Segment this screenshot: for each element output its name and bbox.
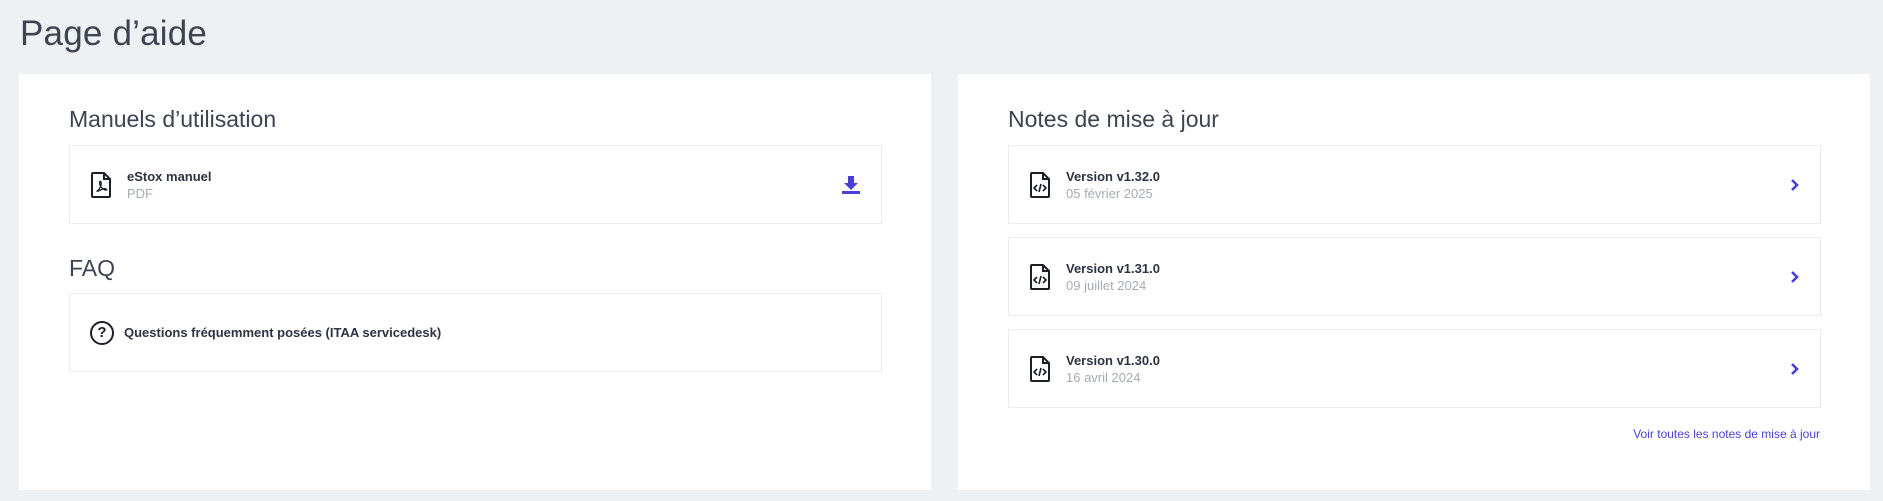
manuals-faq-card: Manuels d’utilisation eStox manuel PDF F… (19, 74, 931, 490)
see-all-release-notes-link[interactable]: Voir toutes les notes de mise à jour (1633, 427, 1820, 441)
faq-label: Questions fréquemment posées (ITAA servi… (124, 325, 442, 340)
release-version: Version v1.30.0 (1066, 352, 1160, 368)
question-circle-icon: ? (90, 320, 114, 345)
code-file-icon (1029, 263, 1051, 290)
chevron-right-icon[interactable] (1790, 178, 1800, 192)
release-note-item[interactable]: Version v1.31.0 09 juillet 2024 (1008, 237, 1821, 316)
release-notes-card: Notes de mise à jour Version v1.32.0 05 … (958, 74, 1870, 490)
faq-section-title: FAQ (69, 255, 116, 281)
code-file-icon (1029, 171, 1051, 198)
chevron-right-icon[interactable] (1790, 362, 1800, 376)
page-title: Page d’aide (20, 14, 208, 53)
pdf-file-icon (90, 171, 112, 198)
manual-name: eStox manuel (127, 168, 212, 184)
release-date: 16 avril 2024 (1066, 369, 1141, 385)
release-version: Version v1.32.0 (1066, 168, 1160, 184)
manuals-section-title: Manuels d’utilisation (69, 106, 277, 132)
release-date: 05 février 2025 (1066, 185, 1153, 201)
release-version: Version v1.31.0 (1066, 260, 1160, 276)
manual-file-type: PDF (127, 185, 153, 201)
release-note-item[interactable]: Version v1.30.0 16 avril 2024 (1008, 329, 1821, 408)
release-notes-section-title: Notes de mise à jour (1008, 106, 1219, 132)
chevron-right-icon[interactable] (1790, 270, 1800, 284)
release-note-item[interactable]: Version v1.32.0 05 février 2025 (1008, 145, 1821, 224)
manual-item-estox[interactable]: eStox manuel PDF (69, 145, 882, 224)
code-file-icon (1029, 355, 1051, 382)
release-date: 09 juillet 2024 (1066, 277, 1147, 293)
download-icon[interactable] (841, 175, 861, 195)
faq-item-servicedesk[interactable]: ? Questions fréquemment posées (ITAA ser… (69, 293, 882, 372)
